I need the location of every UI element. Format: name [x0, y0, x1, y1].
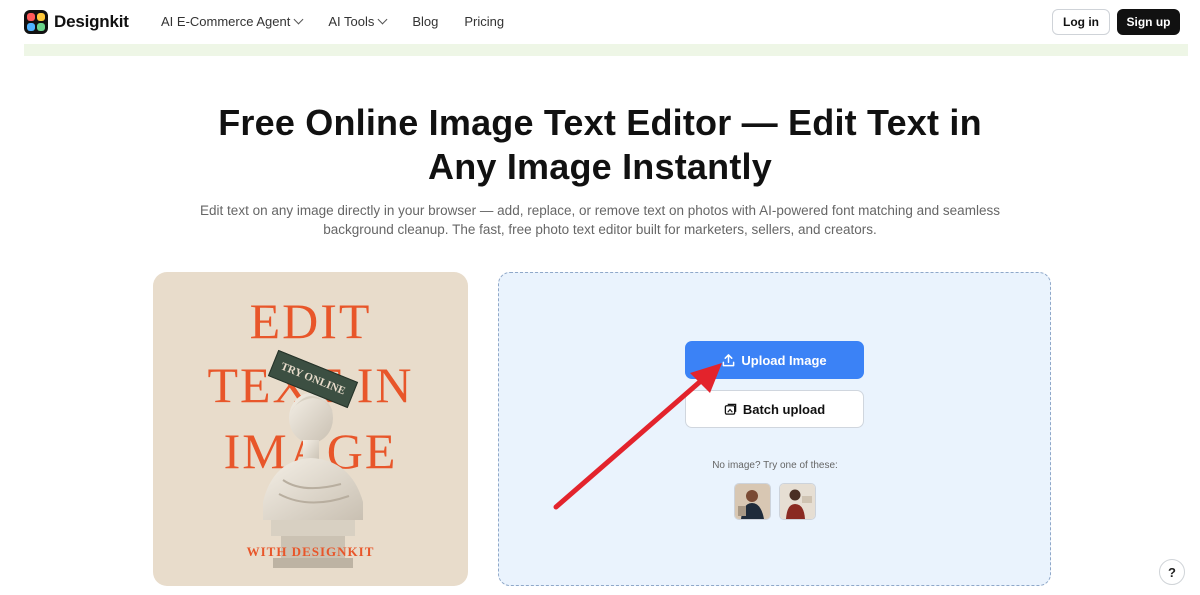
page-subtitle: Edit text on any image directly in your …	[170, 201, 1030, 239]
header-divider	[24, 44, 1188, 56]
top-header: Designkit AI E-Commerce Agent AI Tools B…	[0, 0, 1200, 44]
page-subtitle-line: background cleanup. The fast, free photo…	[323, 222, 877, 237]
nav-item-label: Pricing	[464, 14, 505, 29]
nav-item-label: AI Tools	[328, 14, 375, 29]
main-nav: AI E-Commerce Agent AI Tools Blog Pricin…	[161, 14, 530, 29]
login-button[interactable]: Log in	[1052, 9, 1110, 35]
signup-button[interactable]: Sign up	[1117, 9, 1180, 35]
logo-icon	[24, 10, 48, 34]
help-button[interactable]: ?	[1159, 559, 1185, 585]
upload-image-label: Upload Image	[741, 352, 827, 368]
page-subtitle-line: Edit text on any image directly in your …	[200, 203, 1000, 218]
chevron-down-icon	[293, 14, 304, 25]
example-preview-card: EDIT TEXT IN IMAGE TRY ONLINE WITH DESIG…	[153, 272, 468, 586]
brand-name: Designkit	[54, 12, 129, 31]
nav-item-pricing[interactable]: Pricing	[464, 14, 504, 29]
preview-text-edit: EDIT	[249, 293, 372, 349]
preview-footer-text: WITH DESIGNKIT	[246, 544, 375, 559]
sample-image-1	[735, 484, 770, 519]
brand-logo[interactable]: Designkit	[24, 10, 129, 34]
sample-image-thumbnail[interactable]	[734, 483, 771, 520]
nav-item-ai-tools[interactable]: AI Tools	[328, 14, 388, 29]
page-title-line: Free Online Image Text Editor — Edit Tex…	[218, 102, 982, 143]
sample-image-thumbnail[interactable]	[779, 483, 816, 520]
chevron-down-icon	[377, 14, 388, 25]
page-title-line: Any Image Instantly	[428, 146, 772, 187]
nav-item-label: AI E-Commerce Agent	[161, 14, 291, 29]
page-title: Free Online Image Text Editor — Edit Tex…	[150, 101, 1050, 189]
nav-item-ai-ecommerce-agent[interactable]: AI E-Commerce Agent	[161, 14, 304, 29]
nav-item-label: Blog	[412, 14, 439, 29]
sample-image-2	[780, 484, 815, 519]
batch-upload-label: Batch upload	[742, 401, 826, 417]
nav-item-blog[interactable]: Blog	[412, 14, 438, 29]
pointer-arrow-annotation	[553, 363, 722, 510]
